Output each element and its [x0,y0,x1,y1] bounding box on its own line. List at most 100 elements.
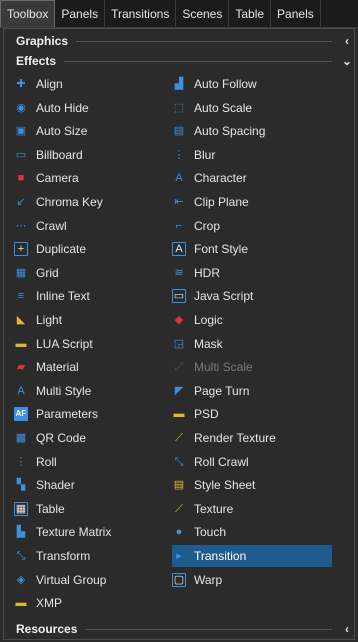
tab-scenes[interactable]: Scenes [176,0,230,27]
effect-item-grid[interactable]: ▦ Grid [14,262,174,284]
warp-icon: ▢ [172,572,186,587]
effect-item-transform[interactable]: ⤡ Transform [14,545,174,567]
parameters-icon: AF [14,407,28,422]
effect-item-align[interactable]: ✚ Align [14,73,174,95]
effect-item-texture[interactable]: ⟋ Texture [172,498,332,520]
effect-item-label: Mask [194,336,223,351]
effect-item-lua-script[interactable]: ▬ LUA Script [14,333,174,355]
effect-item-blur[interactable]: ⋮ Blur [172,144,332,166]
font-style-icon: A [172,242,186,257]
effect-item-multi-style[interactable]: A Multi Style [14,380,174,402]
effect-item-xmp[interactable]: ▬ XMP [14,592,174,614]
effect-item-warp[interactable]: ▢ Warp [172,569,332,591]
effect-item-java-script[interactable]: ▭ Java Script [172,285,332,307]
effect-item-label: Font Style [194,242,249,257]
effect-item-auto-size[interactable]: ▣ Auto Size [14,120,174,142]
effect-item-label: Virtual Group [36,572,107,587]
effect-item-label: Blur [194,147,216,162]
effect-item-character[interactable]: A Character [172,167,332,189]
texture-matrix-icon: ▙ [16,526,26,539]
roll-icon: ⋮ [15,455,27,468]
chevron-left-icon[interactable]: ‹ [340,34,354,48]
effect-item-touch[interactable]: ● Touch [172,521,332,543]
effect-item-auto-follow[interactable]: ▟ Auto Follow [172,73,332,95]
transform-icon: ⤡ [16,550,26,562]
logic-icon: ◆ [174,314,184,326]
style-sheet-icon: ▤ [173,479,185,492]
divider [76,40,332,42]
effect-item-auto-spacing[interactable]: ▤ Auto Spacing [172,120,332,142]
effect-item-mask[interactable]: ◲ Mask [172,333,332,355]
section-graphics[interactable]: Graphics ‹ [4,31,354,51]
tab-panels-2[interactable]: Panels [271,0,321,27]
effect-item-label: Touch [194,525,227,540]
tab-panels[interactable]: Panels [55,0,106,27]
effect-item-hdr[interactable]: ≋ HDR [172,262,332,284]
effect-item-crop[interactable]: ⌐ Crop [172,215,332,237]
section-effects-label: Effects [16,54,57,68]
effect-item-billboard[interactable]: ▭ Billboard [14,144,174,166]
effect-item-texture-matrix[interactable]: ▙ Texture Matrix [14,521,174,543]
effect-item-virtual-group[interactable]: ◈ Virtual Group [14,569,174,591]
effect-item-page-turn[interactable]: ◤ Page Turn [172,380,332,402]
effect-item-label: Page Turn [194,383,250,398]
auto-size-icon: ▣ [15,125,27,138]
effect-item-label: Camera [36,171,79,186]
effect-item-label: Multi Scale [194,360,253,375]
align-icon: ✚ [16,78,26,90]
effect-item-crawl[interactable]: ⋯ Crawl [14,215,174,237]
effect-item-clip-plane[interactable]: ⇤ Clip Plane [172,191,332,213]
chevron-left-icon[interactable]: ‹ [340,622,354,636]
eye-icon: ◉ [16,101,26,114]
effect-item-table[interactable]: ▦ Table [14,498,174,520]
effect-item-transition[interactable]: ▸ Transition [172,545,332,567]
tab-toolbox[interactable]: Toolbox [0,0,56,27]
effect-item-material[interactable]: ▰ Material [14,356,174,378]
effect-item-roll[interactable]: ⋮ Roll [14,451,174,473]
effect-item-render-texture[interactable]: ⟋ Render Texture [172,427,332,449]
light-icon: ◣ [16,314,26,326]
page-turn-icon: ◤ [174,384,184,397]
tab-table[interactable]: Table [229,0,272,27]
auto-follow-icon: ▟ [174,78,184,90]
effect-item-auto-hide[interactable]: ◉ Auto Hide [14,97,174,119]
effect-item-shader[interactable]: ▚ Shader [14,474,174,496]
effect-item-camera[interactable]: ■ Camera [14,167,174,189]
effect-item-label: Auto Size [36,124,88,139]
effect-item-label: Clip Plane [194,195,249,209]
crawl-icon: ⋯ [15,219,27,232]
effect-item-qr-code[interactable]: ▩ QR Code [14,427,174,449]
effect-item-font-style[interactable]: A Font Style [172,238,332,260]
java-script-icon: ▭ [172,289,186,304]
effect-item-label: Light [36,313,63,327]
effect-item-style-sheet[interactable]: ▤ Style Sheet [172,474,332,496]
effect-item-inline-text[interactable]: ≡ Inline Text [14,285,174,307]
effect-item-chroma-key[interactable]: ↙ Chroma Key [14,191,174,213]
effect-item-label: Table [36,501,65,516]
effect-item-roll-crawl[interactable]: ⤡ Roll Crawl [172,451,332,473]
crop-icon: ⌐ [175,219,183,232]
auto-spacing-icon: ▤ [173,125,185,138]
mask-icon: ◲ [173,337,185,350]
chevron-down-icon[interactable]: ⌄ [340,54,354,68]
hdr-icon: ≋ [174,266,184,279]
effect-item-label: Auto Scale [194,100,253,115]
section-resources[interactable]: Resources ‹ [4,619,354,639]
effect-item-label: Billboard [36,147,83,162]
section-effects[interactable]: Effects ⌄ [4,51,354,71]
effect-item-label: Duplicate [36,242,87,257]
blur-icon: ⋮ [173,148,185,161]
effect-item-auto-scale[interactable]: ⬚ Auto Scale [172,97,332,119]
effect-item-logic[interactable]: ◆ Logic [172,309,332,331]
effect-item-label: Texture Matrix [36,525,112,540]
divider [64,60,332,62]
tab-transitions[interactable]: Transitions [105,0,177,27]
effect-item-multi-scale[interactable]: ⤢ Multi Scale [172,356,332,378]
multi-style-icon: A [17,384,25,397]
effect-item-psd[interactable]: ▬ PSD [172,403,332,425]
effect-item-light[interactable]: ◣ Light [14,309,174,331]
billboard-icon: ▭ [15,148,27,161]
effect-item-duplicate[interactable]: + Duplicate [14,238,174,260]
material-icon: ▰ [16,361,26,374]
effect-item-parameters[interactable]: AF Parameters [14,403,174,425]
